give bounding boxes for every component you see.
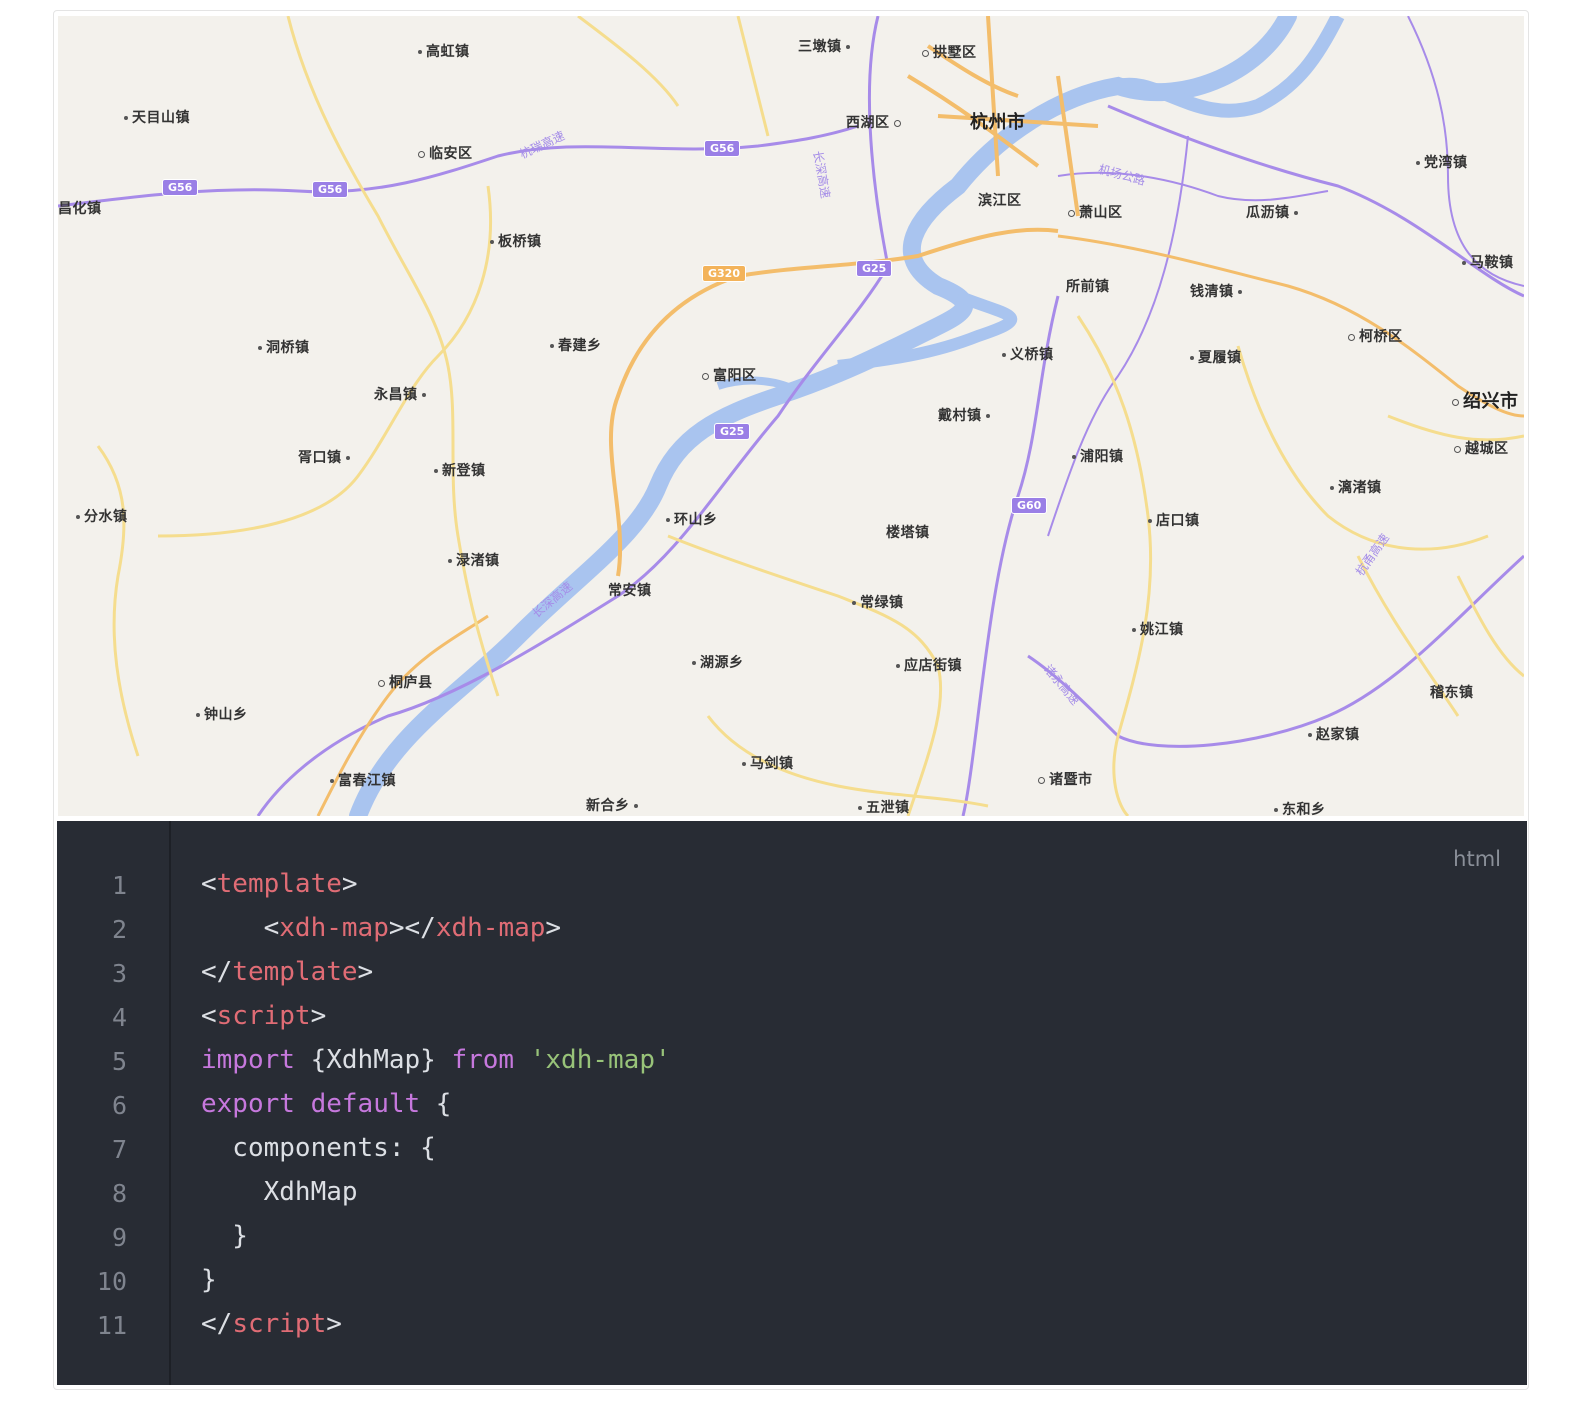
map-label-dangwan[interactable]: 党湾镇 — [1412, 152, 1468, 172]
line-number: 9 — [111, 1223, 127, 1252]
map-label-fuyang[interactable]: 富阳区 — [698, 365, 757, 385]
map-label-fenshui[interactable]: 分水镇 — [72, 506, 128, 526]
road-prov-7 — [1387, 414, 1524, 442]
shield-g25-south: G25 — [714, 423, 751, 440]
map-label-yuecheng[interactable]: 越城区 — [1450, 438, 1509, 458]
map-label-wuxie[interactable]: 五泄镇 — [854, 797, 910, 816]
line-number: 11 — [96, 1311, 127, 1340]
code-line-11[interactable]: </script> — [201, 1309, 342, 1339]
map-label-yingdianjie[interactable]: 应店街镇 — [892, 655, 962, 675]
road-prov-2 — [157, 185, 492, 538]
expressway-g25 — [256, 16, 890, 816]
map-label-maan[interactable]: 马鞍镇 — [1458, 252, 1514, 272]
map-canvas — [58, 16, 1524, 816]
map-label-linan[interactable]: 临安区 — [414, 143, 473, 163]
map-label-chunjian[interactable]: 春建乡 — [546, 335, 602, 355]
map-label-binjiang[interactable]: 滨江区 — [978, 190, 1022, 210]
map-label-majian[interactable]: 马剑镇 — [738, 753, 794, 773]
map-label-jidong[interactable]: 稽东镇 — [1430, 682, 1474, 702]
code-line-6[interactable]: export default { — [201, 1089, 451, 1119]
expressway-zhuyong — [1027, 554, 1524, 748]
map-label-fuchunjiang[interactable]: 富春江镇 — [326, 770, 396, 790]
expressway-middle — [1047, 135, 1189, 537]
map-label-changlv[interactable]: 常绿镇 — [848, 592, 904, 612]
map-label-tianmushan[interactable]: 天目山镇 — [120, 107, 190, 127]
line-number: 6 — [111, 1091, 127, 1120]
line-number: 3 — [111, 959, 127, 988]
shield-g320: G320 — [702, 265, 746, 282]
map-view[interactable]: G56 G56 G56 G25 G25 G320 G60 杭瑞高速 长深高速 长… — [58, 16, 1524, 816]
code-line-5[interactable]: import {XdhMap} from 'xdh-map' — [201, 1045, 671, 1075]
map-label-tonglu[interactable]: 桐庐县 — [374, 672, 433, 692]
map-label-suoqian[interactable]: 所前镇 — [1066, 276, 1110, 296]
map-demo-card: G56 G56 G56 G25 G25 G320 G60 杭瑞高速 长深高速 长… — [53, 10, 1529, 1390]
map-label-xihu[interactable]: 西湖区 — [846, 112, 905, 132]
map-label-xukou[interactable]: 胥口镇 — [298, 447, 354, 467]
map-label-kecheng[interactable]: 柯桥区 — [1344, 326, 1403, 346]
shield-g56-mid: G56 — [312, 181, 349, 198]
shield-g56-east: G56 — [704, 140, 741, 157]
code-line-1[interactable]: <template> — [201, 869, 358, 899]
map-label-changhua[interactable]: 昌化镇 — [58, 198, 102, 218]
code-line-4[interactable]: <script> — [201, 1001, 326, 1031]
map-label-xiaoshan[interactable]: 萧山区 — [1064, 202, 1123, 222]
map-label-zhuji[interactable]: 诸暨市 — [1034, 769, 1093, 789]
map-label-banqiao[interactable]: 板桥镇 — [486, 231, 542, 251]
map-label-hangzhou[interactable]: 杭州市 — [970, 108, 1026, 134]
expressway-g60 — [961, 295, 1060, 816]
map-label-huyuan[interactable]: 湖源乡 — [688, 652, 744, 672]
code-block: 1 2 3 4 5 6 7 8 9 10 11 html <template> … — [57, 821, 1527, 1385]
road-prov-5 — [1076, 315, 1153, 816]
line-number: 7 — [111, 1135, 127, 1164]
map-label-xindeng[interactable]: 新登镇 — [430, 460, 486, 480]
map-label-guali[interactable]: 瓜沥镇 — [1246, 202, 1302, 222]
code-line-9[interactable]: } — [201, 1221, 248, 1251]
code-line-10[interactable]: } — [201, 1265, 217, 1295]
map-label-lizhu[interactable]: 漓渚镇 — [1326, 477, 1382, 497]
map-label-yaojiang[interactable]: 姚江镇 — [1128, 619, 1184, 639]
map-label-zhaojia[interactable]: 赵家镇 — [1304, 724, 1360, 744]
map-label-luzhu[interactable]: 渌渚镇 — [444, 550, 500, 570]
map-label-xinhe[interactable]: 新合乡 — [586, 795, 642, 815]
map-label-louta[interactable]: 楼塔镇 — [886, 522, 930, 542]
map-label-qianqing[interactable]: 钱清镇 — [1190, 281, 1246, 301]
line-number: 4 — [111, 1003, 127, 1032]
shield-g60: G60 — [1011, 497, 1048, 514]
map-label-huanshan[interactable]: 环山乡 — [662, 509, 718, 529]
map-label-yiqiao[interactable]: 义桥镇 — [998, 344, 1054, 364]
code-line-2[interactable]: <xdh-map></xdh-map> — [201, 913, 561, 943]
road-prov-1 — [286, 16, 500, 697]
map-label-xiaying[interactable]: 夏履镇 — [1186, 347, 1242, 367]
language-label: html — [1453, 847, 1501, 871]
map-label-gongshu[interactable]: 拱墅区 — [918, 42, 977, 62]
map-label-puyang[interactable]: 浦阳镇 — [1068, 446, 1124, 466]
map-label-yongchang[interactable]: 永昌镇 — [374, 384, 430, 404]
line-number-gutter: 1 2 3 4 5 6 7 8 9 10 11 — [57, 821, 171, 1385]
map-label-shaoxing[interactable]: 绍兴市 — [1448, 387, 1519, 413]
road-prov-8 — [96, 445, 140, 757]
map-label-donghe[interactable]: 东和乡 — [1270, 799, 1326, 816]
line-number: 5 — [111, 1047, 127, 1076]
map-label-dongqiao[interactable]: 洞桥镇 — [254, 337, 310, 357]
shield-g56-west: G56 — [162, 179, 199, 196]
shield-g25-north: G25 — [856, 260, 893, 277]
code-line-8[interactable]: XdhMap — [201, 1177, 358, 1207]
line-number: 2 — [111, 915, 127, 944]
expressway-ne — [1407, 16, 1524, 287]
map-label-gaohong[interactable]: 高虹镇 — [414, 41, 470, 61]
map-label-daicun[interactable]: 戴村镇 — [938, 405, 994, 425]
map-label-sandun[interactable]: 三墩镇 — [798, 36, 854, 56]
road-prov-3 — [667, 534, 943, 816]
code-line-7[interactable]: components: { — [201, 1133, 436, 1163]
map-label-changan[interactable]: 常安镇 — [608, 580, 652, 600]
map-label-zhongshan[interactable]: 钟山乡 — [192, 704, 248, 724]
line-number: 1 — [111, 871, 127, 900]
line-number: 10 — [96, 1267, 127, 1296]
map-label-diankou[interactable]: 店口镇 — [1144, 510, 1200, 530]
line-number: 8 — [111, 1179, 127, 1208]
code-line-3[interactable]: </template> — [201, 957, 373, 987]
road-prov-9 — [577, 16, 770, 137]
